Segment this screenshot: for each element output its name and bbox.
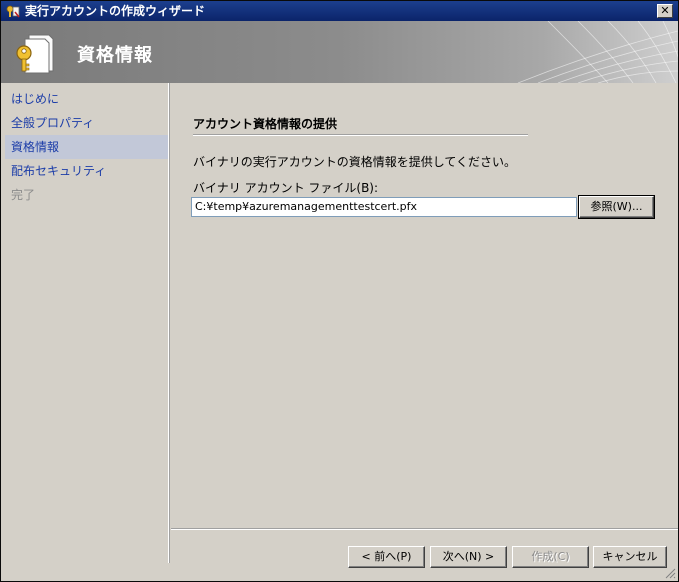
wizard-step-nav: はじめに 全般プロパティ 資格情報 配布セキュリティ 完了 <box>5 87 169 577</box>
close-button[interactable]: ✕ <box>657 4 673 18</box>
resize-grip-icon[interactable] <box>664 567 676 579</box>
section-divider <box>193 134 528 136</box>
nav-item-credentials[interactable]: 資格情報 <box>5 135 169 159</box>
certificate-key-icon <box>16 34 54 74</box>
cancel-button[interactable]: キャンセル <box>593 546 667 568</box>
nav-item-completion: 完了 <box>11 188 36 202</box>
close-icon: ✕ <box>660 4 670 17</box>
nav-divider <box>168 83 170 563</box>
footer-divider <box>171 528 678 530</box>
browse-button[interactable]: 参照(W)... <box>578 195 655 219</box>
title-bar[interactable]: 実行アカウントの作成ウィザード ✕ <box>1 1 678 21</box>
nav-item-introduction[interactable]: はじめに <box>5 87 169 111</box>
page-title: 資格情報 <box>77 45 153 66</box>
binary-account-file-input[interactable] <box>191 197 577 217</box>
header-banner: 資格情報 <box>1 21 678 83</box>
section-description: バイナリの実行アカウントの資格情報を提供してください。 <box>193 155 517 169</box>
window-title: 実行アカウントの作成ウィザード <box>25 4 206 18</box>
create-button: 作成(C) <box>512 546 589 568</box>
banner-decoration <box>517 21 678 83</box>
back-button[interactable]: < 前へ(P) <box>348 546 425 568</box>
nav-item-general-properties[interactable]: 全般プロパティ <box>5 111 169 135</box>
next-button[interactable]: 次へ(N) > <box>430 546 507 568</box>
wizard-app-icon <box>6 5 20 18</box>
section-heading: アカウント資格情報の提供 <box>193 117 338 131</box>
nav-item-distribution-security[interactable]: 配布セキュリティ <box>5 159 169 183</box>
wizard-window: 実行アカウントの作成ウィザード ✕ 資格情報 はじめに 全般プロパティ 資格情報… <box>0 0 679 582</box>
binary-account-file-label: バイナリ アカウント ファイル(B): <box>193 181 379 195</box>
